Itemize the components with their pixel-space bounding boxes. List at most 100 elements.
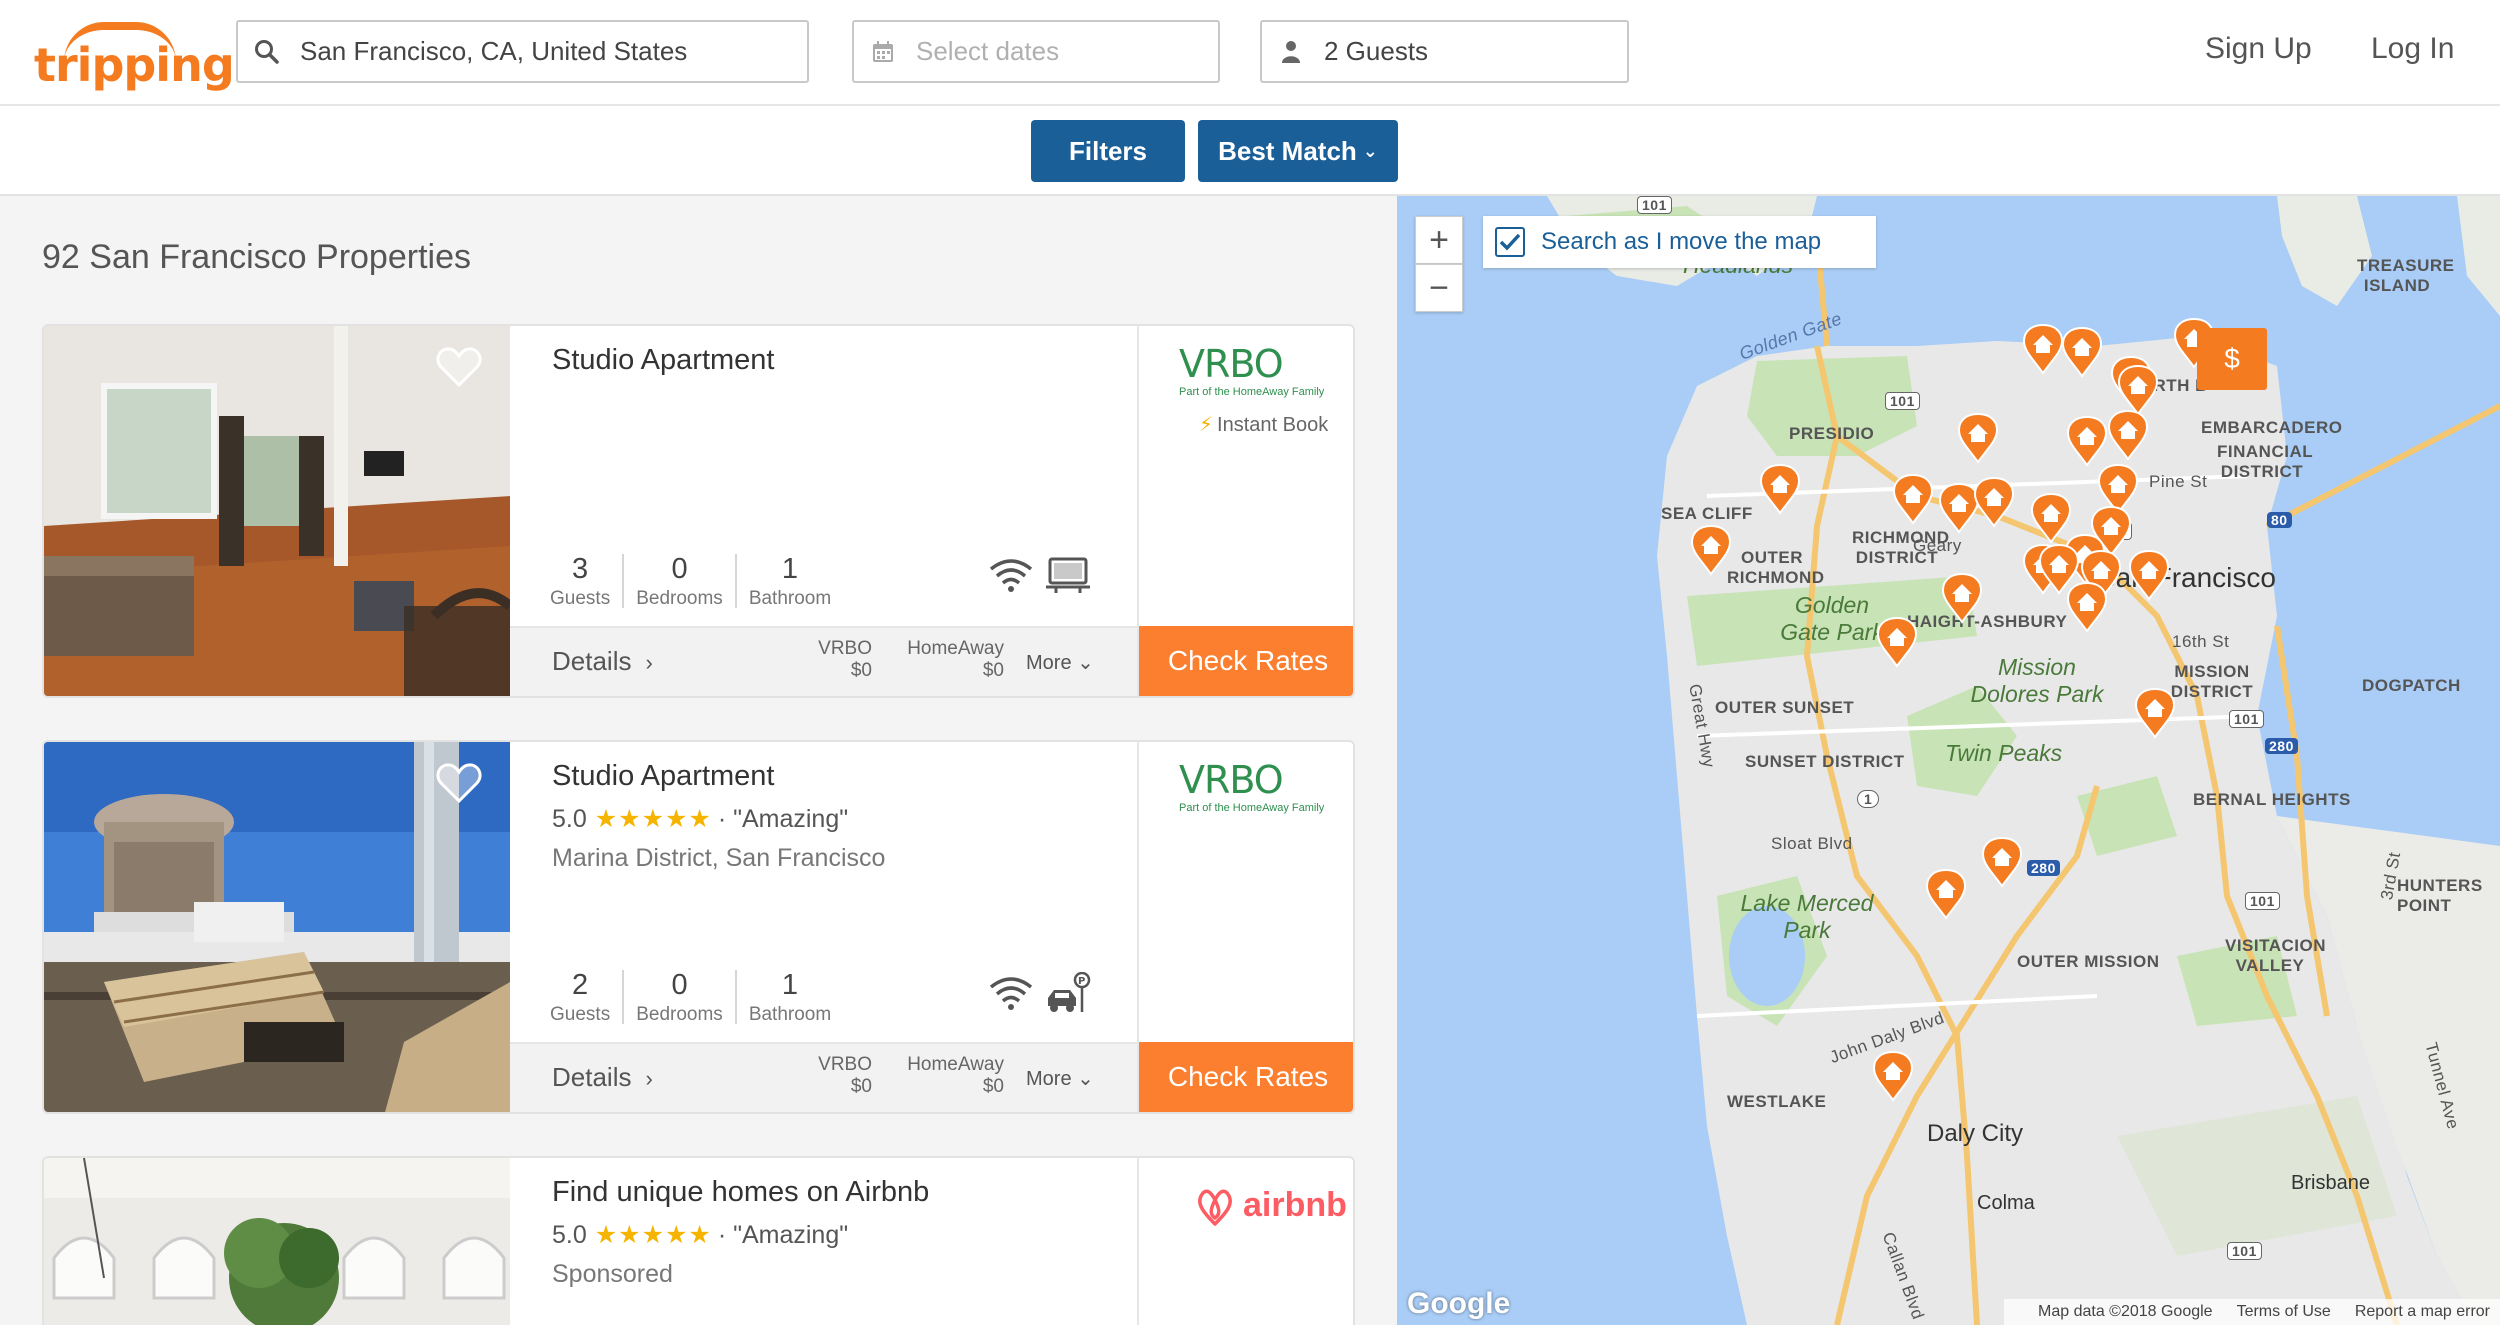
details-link[interactable]: Details › xyxy=(552,1062,653,1093)
amenities: P xyxy=(988,971,1092,1019)
listing-map-pin-icon[interactable] xyxy=(1689,524,1733,576)
route-shield-80: 80 xyxy=(2267,512,2292,528)
zoom-in-button[interactable]: + xyxy=(1415,216,1463,264)
bathrooms-count: 1 xyxy=(781,969,799,1001)
tripping-logo[interactable]: tripping xyxy=(34,22,235,92)
amenities xyxy=(988,556,1090,599)
map-panel[interactable]: TREASURE ISLAND Headlands Golden Gate PR… xyxy=(1397,196,2500,1325)
listing-map-pin-icon[interactable] xyxy=(2133,687,2177,739)
map-label: EMBARCADERO xyxy=(2201,418,2343,437)
listing-photo[interactable] xyxy=(44,742,510,1112)
listing-title[interactable]: Find unique homes on Airbnb xyxy=(552,1176,929,1209)
listing-map-pin-icon[interactable] xyxy=(1972,476,2016,528)
map-label: Colma xyxy=(1977,1192,2035,1214)
listing-map-pin-icon[interactable] xyxy=(1871,1050,1915,1102)
listing-map-pin-icon[interactable] xyxy=(1875,616,1919,669)
listing-photo[interactable] xyxy=(44,326,510,696)
map-label: PRESIDIO xyxy=(1789,424,1875,443)
map-label: TREASURE ISLAND xyxy=(2357,256,2455,295)
log-in-link[interactable]: Log In xyxy=(2371,32,2454,66)
map-label: OUTER MISSION xyxy=(2017,952,2160,971)
homeaway-price[interactable]: HomeAway $0 xyxy=(886,638,1004,682)
guests-count: 3 xyxy=(572,553,589,585)
tv-icon xyxy=(1046,556,1090,599)
price-source: HomeAway xyxy=(907,1054,1004,1075)
listing-location: Marina District, San Francisco xyxy=(552,844,886,872)
more-dropdown[interactable]: More ⌄ xyxy=(1026,1066,1094,1091)
more-dropdown[interactable]: More ⌄ xyxy=(1026,650,1094,675)
search-as-move-label: Search as I move the map xyxy=(1541,228,1822,255)
svg-text:P: P xyxy=(1078,976,1085,987)
provider-panel: airbnb xyxy=(1137,1158,1353,1325)
sort-dropdown[interactable]: Best Match ⌄ xyxy=(1198,120,1398,182)
bedrooms-count: 0 xyxy=(671,969,688,1001)
price-pin[interactable]: $ xyxy=(2197,328,2267,390)
guests-label: Guests xyxy=(550,1004,611,1025)
listing-map-pin-icon[interactable] xyxy=(1980,836,2024,889)
check-rates-button[interactable]: Check Rates xyxy=(1139,1042,1353,1112)
listing-card[interactable]: Studio Apartment 5.0 ★★★★★ · "Amazing" M… xyxy=(42,740,1355,1114)
vrbo-logo-text: VRBO xyxy=(1179,342,1284,386)
listing-map-pin-icon[interactable] xyxy=(2127,549,2171,602)
listing-rating: 5.0 ★★★★★ · "Amazing" xyxy=(552,1220,848,1250)
map-label: Sloat Blvd xyxy=(1771,834,1853,853)
bathrooms-count: 1 xyxy=(781,553,799,585)
logo-text: tripping xyxy=(34,38,235,92)
person-icon xyxy=(1276,37,1306,67)
guests-input[interactable]: 2 Guests xyxy=(1260,20,1629,83)
review-snippet: · "Amazing" xyxy=(717,804,849,833)
map-label: OUTER RICHMOND xyxy=(1727,548,1825,587)
listing-map-pin-icon[interactable] xyxy=(2065,415,2109,468)
listing-rating: 5.0 ★★★★★ · "Amazing" xyxy=(552,804,848,834)
check-rates-button[interactable]: Check Rates xyxy=(1139,626,1353,696)
listing-stats: 2 Guests 0 Bedrooms 1 Bathroom xyxy=(538,969,843,1025)
dates-input[interactable]: Select dates xyxy=(852,20,1220,83)
location-value: San Francisco, CA, United States xyxy=(300,36,688,66)
google-logo: Google xyxy=(1407,1287,1511,1320)
map-label: VISITACION VALLEY xyxy=(2225,936,2327,975)
filters-button[interactable]: Filters xyxy=(1031,120,1185,182)
terms-link[interactable]: Terms of Use xyxy=(2237,1303,2331,1321)
listing-map-pin-icon[interactable] xyxy=(1891,473,1935,525)
listing-map-pin-icon[interactable] xyxy=(2106,409,2150,461)
dates-placeholder: Select dates xyxy=(916,36,1060,66)
listing-map-pin-icon[interactable] xyxy=(2060,326,2104,378)
calendar-icon xyxy=(868,37,898,67)
listing-map-pin-icon[interactable] xyxy=(2065,581,2109,634)
listing-card[interactable]: Studio Apartment 3 Guests 0 Bedrooms 1 Bath… xyxy=(42,324,1355,698)
details-link[interactable]: Details › xyxy=(552,646,653,677)
map-label: San Francisco xyxy=(2097,562,2276,593)
provider-panel: VRBO Part of the HomeAway Family Check R… xyxy=(1137,742,1353,1112)
bedrooms-count: 0 xyxy=(671,553,688,585)
map-label: WESTLAKE xyxy=(1727,1092,1827,1111)
favorite-heart-icon[interactable] xyxy=(436,346,482,388)
sponsored-listing-card[interactable]: Find unique homes on Airbnb 5.0 ★★★★★ · … xyxy=(42,1156,1355,1325)
listing-map-pin-icon[interactable] xyxy=(1956,412,2000,465)
route-shield-1: 1 xyxy=(1857,790,1880,808)
listing-photo[interactable] xyxy=(44,1158,510,1325)
vrbo-price[interactable]: VRBO $0 xyxy=(802,1054,872,1098)
zoom-out-button[interactable]: − xyxy=(1415,264,1463,312)
price-value: $0 xyxy=(982,1076,1004,1097)
search-as-move-toggle[interactable]: Search as I move the map xyxy=(1483,216,1876,268)
location-input[interactable]: San Francisco, CA, United States xyxy=(236,20,809,83)
price-value: $0 xyxy=(982,660,1004,681)
details-label: Details xyxy=(552,646,632,676)
more-label: More xyxy=(1026,1068,1072,1090)
vrbo-price[interactable]: VRBO $0 xyxy=(802,638,872,682)
sign-up-link[interactable]: Sign Up xyxy=(2205,32,2312,66)
airbnb-icon xyxy=(1198,1189,1232,1226)
top-header: tripping San Francisco, CA, United State… xyxy=(0,0,2500,106)
wifi-icon xyxy=(988,557,1034,598)
listing-title[interactable]: Studio Apartment xyxy=(552,344,774,377)
checkbox-checked-icon[interactable] xyxy=(1495,227,1525,257)
listing-map-pin-icon[interactable] xyxy=(1758,463,1802,516)
homeaway-price[interactable]: HomeAway $0 xyxy=(886,1054,1004,1098)
listing-map-pin-icon[interactable] xyxy=(1940,572,1984,624)
report-error-link[interactable]: Report a map error xyxy=(2355,1303,2490,1321)
route-shield-101: 101 xyxy=(1637,196,1672,214)
bedrooms-label: Bedrooms xyxy=(636,1004,723,1025)
favorite-heart-icon[interactable] xyxy=(436,762,482,804)
listing-map-pin-icon[interactable] xyxy=(1924,868,1968,921)
listing-title[interactable]: Studio Apartment xyxy=(552,760,774,793)
